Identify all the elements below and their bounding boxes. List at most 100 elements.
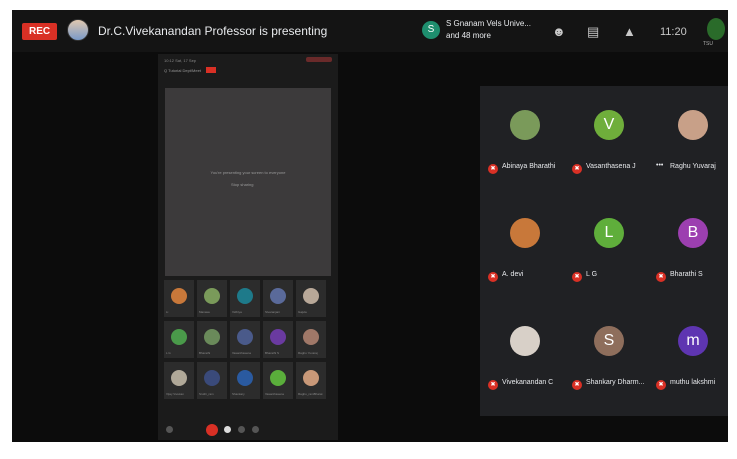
shared-tile-avatar bbox=[171, 288, 187, 304]
participant-avatar: V bbox=[594, 110, 624, 140]
shared-tile-avatar bbox=[171, 370, 187, 386]
participant-name: A. devi bbox=[502, 271, 524, 278]
mic-muted-icon: ✖ bbox=[572, 164, 582, 174]
logo-caption: TSU bbox=[703, 41, 713, 47]
chat-icon[interactable]: ▤ bbox=[587, 24, 599, 40]
shared-tile-name: Bharathi bbox=[199, 351, 211, 355]
participant-avatar: B bbox=[678, 218, 708, 248]
shared-tile-avatar bbox=[303, 329, 319, 345]
shared-participant-tile: Manasa bbox=[197, 280, 227, 317]
stop-sharing-button: Stop sharing bbox=[231, 182, 254, 187]
shared-participant-tile: Vasanthasena bbox=[263, 362, 293, 399]
shared-camera-icon bbox=[224, 426, 231, 433]
shared-tile-avatar bbox=[270, 370, 286, 386]
shared-participant-tile: Raghu_ramBharat bbox=[296, 362, 326, 399]
shared-tile-avatar bbox=[237, 370, 253, 386]
participant-photo bbox=[678, 110, 708, 140]
activities-icon[interactable]: ▲ bbox=[623, 24, 636, 39]
shared-tile-avatar bbox=[171, 329, 187, 345]
people-icon[interactable]: ☻ bbox=[552, 24, 566, 39]
participant-photo bbox=[510, 110, 540, 140]
participant-name: L G bbox=[586, 271, 598, 278]
shared-tile-avatar bbox=[204, 329, 220, 345]
shared-tile-name: Vasanthasena bbox=[265, 392, 284, 396]
participant-avatar: L bbox=[594, 218, 624, 248]
shared-participant-tile: Sivaranjani bbox=[263, 280, 293, 317]
others-name: S Gnanam Vels Unive... bbox=[446, 19, 531, 28]
mic-muted-icon: ✖ bbox=[656, 380, 666, 390]
shared-status-indicator bbox=[306, 57, 332, 62]
shared-tile-name: Gajula bbox=[298, 310, 307, 314]
shared-tile-grid: Li Manasa Vidhiya Sivaranjani Gajula L G Bhara… bbox=[164, 280, 332, 399]
shared-tile-name: Vijay Vivekan bbox=[166, 392, 184, 396]
participant-name: Bharathi S bbox=[670, 271, 703, 278]
mic-muted-icon: ✖ bbox=[572, 272, 582, 282]
others-count: and 48 more bbox=[446, 31, 491, 40]
participant-tile[interactable]: ✖ A. devi bbox=[482, 200, 572, 304]
shared-participant-tile: Li bbox=[164, 280, 194, 317]
participant-name: Abinaya Bharathi bbox=[502, 163, 556, 170]
shared-tile-name: Li bbox=[166, 310, 169, 314]
participant-name: Vasanthasena J bbox=[586, 163, 636, 170]
top-bar: REC Dr.C.Vivekanandan Professor is prese… bbox=[12, 10, 728, 52]
presenter-avatar bbox=[67, 19, 89, 41]
shared-tile-name: L G bbox=[166, 351, 171, 355]
participant-tile[interactable]: B ✖ Bharathi S bbox=[650, 200, 728, 304]
mic-muted-icon: ✖ bbox=[488, 164, 498, 174]
shared-end-call-icon bbox=[206, 424, 218, 436]
participant-tile[interactable]: L ✖ L G bbox=[566, 200, 656, 304]
participant-name: muthu lakshmi bbox=[670, 379, 716, 386]
shared-tile-avatar bbox=[237, 288, 253, 304]
shared-tile-avatar bbox=[303, 288, 319, 304]
participant-photo bbox=[510, 218, 540, 248]
shared-participant-tile: Bharathi S bbox=[263, 321, 293, 358]
mic-muted-icon: ✖ bbox=[656, 272, 666, 282]
shared-participant-tile: Vidhiya bbox=[230, 280, 260, 317]
shared-tile-name: Bharathi S bbox=[265, 351, 280, 355]
others-avatar: S bbox=[422, 21, 440, 39]
shared-tile-name: Sruthi_ram bbox=[199, 392, 214, 396]
shared-tile-avatar bbox=[270, 329, 286, 345]
shared-meeting-header: Q Tutorial Dept/Meet bbox=[164, 68, 201, 73]
mic-muted-icon: ✖ bbox=[488, 380, 498, 390]
participant-tile[interactable]: ✖ Abinaya Bharathi bbox=[482, 92, 572, 196]
shared-participant-tile: Bharathi bbox=[197, 321, 227, 358]
shared-tile-name: Sivaranjani bbox=[265, 310, 280, 314]
participant-name: Vivekanandan C bbox=[502, 379, 554, 386]
meet-window: REC Dr.C.Vivekanandan Professor is prese… bbox=[12, 10, 728, 442]
mic-muted-icon: ✖ bbox=[488, 272, 498, 282]
shared-controls bbox=[158, 420, 338, 440]
shared-tile-avatar bbox=[204, 288, 220, 304]
shared-participant-tile: L G bbox=[164, 321, 194, 358]
participant-tile[interactable]: ✖ Vivekanandan C bbox=[482, 308, 572, 412]
shared-participant-tile: Sruthi_ram bbox=[197, 362, 227, 399]
clock: 11:20 bbox=[660, 26, 687, 38]
participant-tile[interactable]: V ✖ Vasanthasena J bbox=[566, 92, 656, 196]
participant-tile[interactable]: ••• Raghu Yuvaraj bbox=[650, 92, 728, 196]
participant-avatar: S bbox=[594, 326, 624, 356]
shared-rec-badge bbox=[206, 67, 216, 73]
shared-screen: 10:12 Sat, 17 Sep Q Tutorial Dept/Meet Y… bbox=[158, 54, 338, 440]
shared-tile-name: Manasa bbox=[199, 310, 210, 314]
shared-tile-avatar bbox=[303, 370, 319, 386]
shared-tile-avatar bbox=[204, 370, 220, 386]
participant-photo bbox=[510, 326, 540, 356]
participant-avatar: m bbox=[678, 326, 708, 356]
shared-participant-tile: Gajula bbox=[296, 280, 326, 317]
shared-stage-message: You're presenting your screen to everyon… bbox=[210, 170, 286, 175]
participant-name: Raghu Yuvaraj bbox=[670, 163, 716, 170]
more-options-icon[interactable]: ••• bbox=[656, 162, 663, 169]
shared-tile-avatar bbox=[237, 329, 253, 345]
shared-tile-name: Vasanthasena bbox=[232, 351, 251, 355]
participant-name: Shankary Dharm... bbox=[586, 379, 645, 386]
shared-tile-avatar bbox=[270, 288, 286, 304]
institution-logo bbox=[707, 18, 725, 40]
shared-participant-tile: Vasanthasena bbox=[230, 321, 260, 358]
shared-more-icon bbox=[252, 426, 259, 433]
participant-tile[interactable]: m ✖ muthu lakshmi bbox=[650, 308, 728, 412]
shared-tile-name: Vidhiya bbox=[232, 310, 242, 314]
presenting-status: Dr.C.Vivekanandan Professor is presentin… bbox=[98, 24, 328, 38]
recording-badge: REC bbox=[22, 23, 58, 40]
participant-tile[interactable]: S ✖ Shankary Dharm... bbox=[566, 308, 656, 412]
shared-status-bar: 10:12 Sat, 17 Sep bbox=[164, 58, 197, 63]
